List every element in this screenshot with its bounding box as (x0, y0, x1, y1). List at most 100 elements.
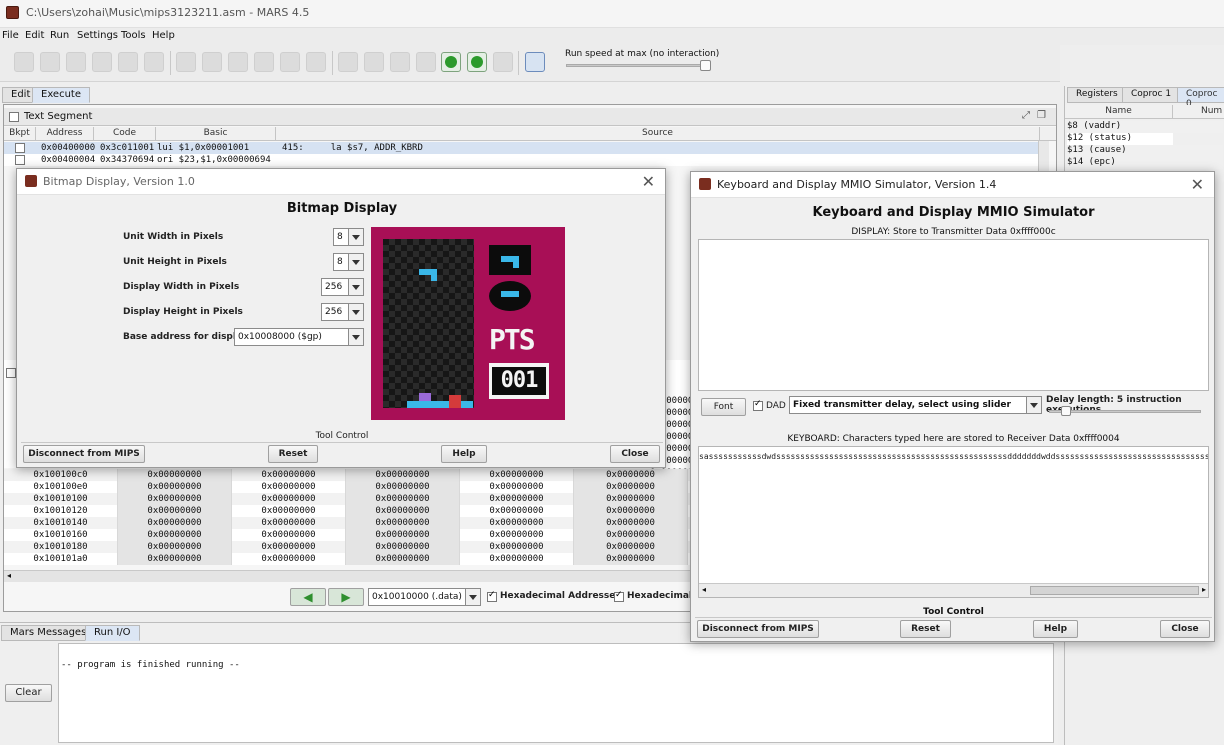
dad-checkbox[interactable] (753, 399, 763, 411)
hex-addresses-checkbox[interactable] (487, 590, 497, 602)
unit-height-select[interactable]: 8 (333, 253, 364, 271)
clear-button[interactable]: Clear (5, 684, 52, 702)
scroll-right-icon[interactable]: ▸ (1202, 585, 1206, 594)
pause-icon[interactable] (441, 52, 461, 72)
close-icon[interactable]: ✕ (1191, 175, 1204, 194)
data-value-cell[interactable]: 0x0000000 (574, 517, 688, 529)
data-value-cell[interactable]: 0x0000000 (574, 553, 688, 565)
data-value-cell[interactable]: 0x00000000 (118, 553, 232, 565)
data-value-cell[interactable]: 0x00000000 (460, 529, 574, 541)
data-value-cell[interactable]: 0x0000000 (574, 493, 688, 505)
data-value-cell[interactable]: 0x0000000 (574, 505, 688, 517)
chevron-down-icon[interactable] (465, 589, 480, 605)
table-row[interactable]: 0x100100c0 0x00000000 0x00000000 0x00000000… (4, 469, 690, 481)
segment-select[interactable]: 0x10010000 (.data) (368, 588, 481, 606)
menu-run[interactable]: Run (50, 30, 69, 41)
disconnect-from-mips-button[interactable]: Disconnect from MIPS (23, 445, 145, 463)
data-value-cell[interactable]: 0x00000000 (118, 529, 232, 541)
redo-icon[interactable] (202, 52, 222, 72)
data-value-cell[interactable]: 0x0000000 (574, 481, 688, 493)
menu-tools[interactable]: Tools (121, 30, 146, 41)
data-value-cell[interactable]: 0x0000000 (574, 541, 688, 553)
print-icon[interactable] (144, 52, 164, 72)
table-row[interactable]: 0x10010140 0x00000000 0x00000000 0x00000000… (4, 517, 690, 529)
data-value-cell[interactable]: 0x00000000 (460, 541, 574, 553)
tab-mars-messages[interactable]: Mars Messages (1, 625, 96, 641)
reset-button[interactable]: Reset (900, 620, 951, 638)
save-as-icon[interactable] (118, 52, 138, 72)
scroll-left-icon[interactable]: ◂ (702, 585, 706, 594)
data-value-cell[interactable]: 0x00000000 (346, 517, 460, 529)
tab-execute[interactable]: Execute (32, 87, 90, 103)
data-value-cell[interactable]: 0x00000000 (232, 493, 346, 505)
data-value-cell[interactable]: 0x00000000 (232, 541, 346, 553)
text-segment-checkbox[interactable] (9, 112, 19, 122)
keyboard-hscrollbar[interactable]: ◂ ▸ (699, 583, 1208, 597)
menu-file[interactable]: File (2, 30, 19, 41)
breakpoint-checkbox[interactable] (15, 143, 25, 153)
next-page-button[interactable]: ▶ (328, 588, 364, 606)
menu-help[interactable]: Help (152, 30, 175, 41)
cut-icon[interactable] (228, 52, 248, 72)
keyboard-input-area[interactable]: sasssssssssssdwdssssssssssssssssssssssss… (698, 446, 1209, 598)
help-button[interactable]: Help (1033, 620, 1078, 638)
data-value-cell[interactable]: 0x00000000 (346, 553, 460, 565)
close-icon[interactable]: ✕ (642, 172, 655, 191)
data-value-cell[interactable]: 0x00000000 (232, 481, 346, 493)
disconnect-from-mips-button[interactable]: Disconnect from MIPS (697, 620, 819, 638)
table-row[interactable]: 0x00400004 0x34370694 ori $23,$1,0x00000… (4, 154, 1038, 166)
delay-slider[interactable] (1049, 410, 1201, 413)
run-speed-slider[interactable] (566, 64, 708, 67)
table-row[interactable]: 0x10010100 0x00000000 0x00000000 0x00000000… (4, 493, 690, 505)
run-io-output-area[interactable]: -- program is finished running -- (58, 643, 1054, 743)
data-value-cell[interactable]: 0x00000000 (346, 541, 460, 553)
chevron-down-icon[interactable] (348, 229, 363, 245)
data-value-cell[interactable]: 0x00000000 (118, 469, 232, 481)
menu-settings[interactable]: Settings (77, 30, 118, 41)
table-row[interactable]: 0x10010160 0x00000000 0x00000000 0x00000000… (4, 529, 690, 541)
reset-icon[interactable] (493, 52, 513, 72)
font-button[interactable]: Font (701, 398, 746, 416)
restore-icon[interactable]: ⤢ (1022, 110, 1030, 121)
save-icon[interactable] (92, 52, 112, 72)
data-value-cell[interactable]: 0x00000000 (118, 493, 232, 505)
data-segment-checkbox[interactable] (6, 368, 16, 378)
tab-coproc0[interactable]: Coproc 0 (1177, 87, 1224, 109)
chevron-down-icon[interactable] (1026, 397, 1041, 413)
data-segment-hscrollbar[interactable]: ◂ (4, 570, 690, 582)
data-value-cell[interactable]: 0x00000000 (460, 517, 574, 529)
data-value-cell[interactable]: 0x00000000 (460, 493, 574, 505)
chevron-down-icon[interactable] (348, 254, 363, 270)
chevron-down-icon[interactable] (348, 329, 363, 345)
data-value-cell[interactable]: 0x00000000 (118, 517, 232, 529)
table-row[interactable]: 0x10010180 0x00000000 0x00000000 0x00000000… (4, 541, 690, 553)
new-file-icon[interactable] (14, 52, 34, 72)
chevron-down-icon[interactable] (348, 304, 363, 320)
table-row[interactable]: 0x100101a0 0x00000000 0x00000000 0x00000000… (4, 553, 690, 565)
delay-slider-knob[interactable] (1061, 406, 1071, 416)
breakpoint-checkbox[interactable] (15, 155, 25, 165)
find-replace-icon[interactable] (306, 52, 326, 72)
table-row[interactable]: 0x100100e0 0x00000000 0x00000000 0x00000000… (4, 481, 690, 493)
open-file-icon[interactable] (40, 52, 60, 72)
scrollbar-thumb[interactable] (1030, 586, 1199, 595)
data-value-cell[interactable]: 0x00000000 (232, 505, 346, 517)
data-value-cell[interactable]: 0x00000000 (460, 481, 574, 493)
data-value-cell[interactable]: 0x00000000 (346, 505, 460, 517)
tab-run-io[interactable]: Run I/O (85, 625, 140, 641)
display-width-select[interactable]: 256 (321, 278, 364, 296)
chevron-down-icon[interactable] (348, 279, 363, 295)
data-value-cell[interactable]: 0x00000000 (118, 541, 232, 553)
step-icon[interactable] (390, 52, 410, 72)
data-value-cell[interactable]: 0x00000000 (460, 469, 574, 481)
unit-width-select[interactable]: 8 (333, 228, 364, 246)
data-value-cell[interactable]: 0x00000000 (346, 493, 460, 505)
data-value-cell[interactable]: 0x00000000 (346, 469, 460, 481)
close-button[interactable]: Close (1160, 620, 1210, 638)
maximize-icon[interactable]: ❐ (1037, 110, 1046, 121)
data-value-cell[interactable]: 0x00000000 (118, 505, 232, 517)
close-file-icon[interactable] (66, 52, 86, 72)
data-value-cell[interactable]: 0x00000000 (460, 505, 574, 517)
assemble-icon[interactable] (338, 52, 358, 72)
display-height-select[interactable]: 256 (321, 303, 364, 321)
